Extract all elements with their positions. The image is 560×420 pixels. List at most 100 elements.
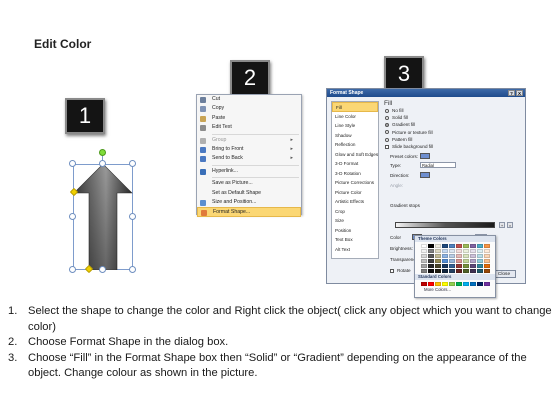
standard-color-swatch[interactable] <box>442 282 448 286</box>
theme-shade-swatch[interactable] <box>421 264 427 268</box>
fill-option-solid-fill[interactable]: Solid fill <box>382 114 522 121</box>
theme-shade-swatch[interactable] <box>477 259 483 263</box>
menu-item-edit-text[interactable]: Edit Text <box>197 123 301 132</box>
theme-shade-swatch[interactable] <box>463 264 469 268</box>
fill-option-gradient-fill[interactable]: Gradient fill <box>382 121 522 128</box>
theme-shade-swatch[interactable] <box>442 269 448 273</box>
theme-shade-swatch[interactable] <box>456 259 462 263</box>
theme-shade-swatch[interactable] <box>421 269 427 273</box>
theme-color-swatch[interactable] <box>463 244 469 248</box>
fill-option-picture-or-texture-fill[interactable]: Picture or texture fill <box>382 129 522 136</box>
theme-shade-swatch[interactable] <box>435 254 441 258</box>
fill-option-pattern-fill[interactable]: Pattern fill <box>382 136 522 143</box>
theme-color-swatch[interactable] <box>456 244 462 248</box>
menu-item-cut[interactable]: Cut <box>197 95 301 104</box>
theme-shade-swatch[interactable] <box>477 264 483 268</box>
menu-item-copy[interactable]: Copy <box>197 104 301 113</box>
theme-color-swatch[interactable] <box>435 244 441 248</box>
sidebar-item-line-color[interactable]: Line Color <box>332 112 378 122</box>
standard-color-swatch[interactable] <box>477 282 483 286</box>
fill-option-no-fill[interactable]: No fill <box>382 107 522 114</box>
sidebar-item-crop[interactable]: Crop <box>332 207 378 217</box>
more-colors-link[interactable]: More Colors... <box>415 287 495 293</box>
standard-color-swatch[interactable] <box>435 282 441 286</box>
help-button[interactable]: ? <box>508 90 515 96</box>
theme-shade-swatch[interactable] <box>470 259 476 263</box>
theme-shade-swatch[interactable] <box>470 269 476 273</box>
theme-shade-swatch[interactable] <box>442 264 448 268</box>
theme-shade-swatch[interactable] <box>477 254 483 258</box>
theme-shade-swatch[interactable] <box>421 259 427 263</box>
menu-item-format-shape[interactable]: Format Shape... <box>197 207 301 217</box>
theme-shade-swatch[interactable] <box>421 254 427 258</box>
theme-shade-swatch[interactable] <box>428 259 434 263</box>
sidebar-item-3-d-rotation[interactable]: 3-D Rotation <box>332 169 378 179</box>
radio-button[interactable] <box>385 123 389 128</box>
sidebar-item-artistic-effects[interactable]: Artistic Effects <box>332 197 378 207</box>
theme-shade-swatch[interactable] <box>484 254 490 258</box>
theme-shade-swatch[interactable] <box>484 259 490 263</box>
menu-item-hyperlink[interactable]: Hyperlink... <box>197 167 301 176</box>
resize-handle-top[interactable] <box>99 160 106 167</box>
theme-shade-swatch[interactable] <box>463 254 469 258</box>
sidebar-item-fill[interactable]: Fill <box>332 102 378 112</box>
menu-item-size-and-position[interactable]: Size and Position... <box>197 198 301 207</box>
standard-color-swatch[interactable] <box>463 282 469 286</box>
theme-color-swatch[interactable] <box>421 244 427 248</box>
theme-shade-swatch[interactable] <box>442 259 448 263</box>
theme-shade-swatch[interactable] <box>456 269 462 273</box>
menu-item-group[interactable]: Group ▸ <box>197 136 301 145</box>
theme-shade-swatch[interactable] <box>449 259 455 263</box>
standard-color-swatch[interactable] <box>456 282 462 286</box>
resize-handle-bottom-right[interactable] <box>129 266 136 273</box>
theme-shade-swatch[interactable] <box>435 249 441 253</box>
theme-shade-swatch[interactable] <box>477 249 483 253</box>
theme-shade-swatch[interactable] <box>449 269 455 273</box>
theme-shade-swatch[interactable] <box>449 254 455 258</box>
standard-color-swatch[interactable] <box>470 282 476 286</box>
theme-shade-swatch[interactable] <box>435 264 441 268</box>
radio-button[interactable] <box>385 137 389 142</box>
theme-color-swatch[interactable] <box>442 244 448 248</box>
theme-shade-swatch[interactable] <box>463 269 469 273</box>
resize-handle-bottom-left[interactable] <box>69 266 76 273</box>
theme-shade-swatch[interactable] <box>470 264 476 268</box>
theme-shade-swatch[interactable] <box>484 264 490 268</box>
checkbox[interactable] <box>385 144 389 149</box>
direction-button[interactable] <box>420 172 430 178</box>
sidebar-item-text-box[interactable]: Text Box <box>332 235 378 245</box>
sidebar-item-3-d-format[interactable]: 3-D Format <box>332 159 378 169</box>
sidebar-item-picture-corrections[interactable]: Picture Corrections <box>332 178 378 188</box>
sidebar-item-line-style[interactable]: Line Style <box>332 121 378 131</box>
theme-shade-swatch[interactable] <box>421 249 427 253</box>
theme-shade-swatch[interactable] <box>477 269 483 273</box>
standard-color-swatch[interactable] <box>428 282 434 286</box>
sidebar-item-glow-and-soft-edges[interactable]: Glow and Soft Edges <box>332 150 378 160</box>
theme-shade-swatch[interactable] <box>456 249 462 253</box>
rotate-checkbox[interactable] <box>390 268 394 273</box>
theme-shade-swatch[interactable] <box>463 249 469 253</box>
menu-item-bring-to-front[interactable]: Bring to Front ▸ <box>197 145 301 154</box>
theme-color-swatch[interactable] <box>449 244 455 248</box>
remove-stop-button[interactable]: × <box>507 222 513 228</box>
up-arrow-shape[interactable] <box>73 164 133 270</box>
rotate-handle[interactable] <box>99 149 106 156</box>
theme-shade-swatch[interactable] <box>456 264 462 268</box>
theme-shade-swatch[interactable] <box>449 249 455 253</box>
standard-color-swatch[interactable] <box>484 282 490 286</box>
resize-handle-bottom[interactable] <box>99 266 106 273</box>
preset-colors-button[interactable] <box>420 153 430 159</box>
radio-button[interactable] <box>385 130 389 135</box>
theme-shade-swatch[interactable] <box>484 269 490 273</box>
theme-shade-swatch[interactable] <box>435 269 441 273</box>
theme-shade-swatch[interactable] <box>428 264 434 268</box>
theme-color-swatch[interactable] <box>470 244 476 248</box>
theme-shade-swatch[interactable] <box>435 259 441 263</box>
theme-shade-swatch[interactable] <box>442 249 448 253</box>
radio-button[interactable] <box>385 115 389 120</box>
sidebar-item-picture-color[interactable]: Picture Color <box>332 188 378 198</box>
standard-color-swatch[interactable] <box>449 282 455 286</box>
add-stop-button[interactable]: + <box>499 222 505 228</box>
fill-option-slide-background-fill[interactable]: Slide background fill <box>382 143 522 150</box>
theme-shade-swatch[interactable] <box>449 264 455 268</box>
